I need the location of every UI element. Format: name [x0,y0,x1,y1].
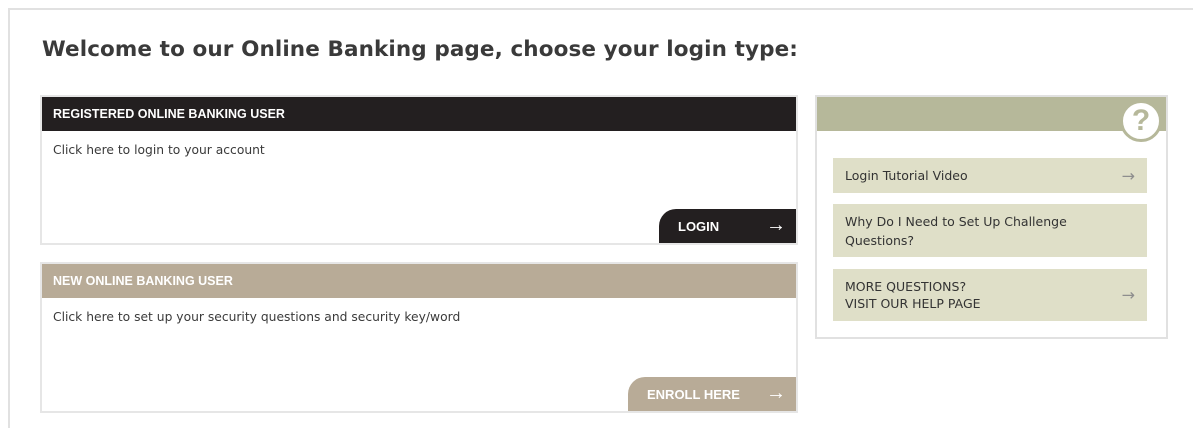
help-link-line2: VISIT OUR HELP PAGE [845,296,981,311]
challenge-questions-link[interactable]: Why Do I Need to Set Up Challenge Questi… [833,204,1147,257]
help-link-label: Why Do I Need to Set Up Challenge Questi… [845,212,1067,250]
help-link-label: MORE QUESTIONS? VISIT OUR HELP PAGE [845,278,981,312]
enroll-button[interactable]: ENROLL HERE → [628,377,796,411]
help-link-line2: Questions? [845,232,915,248]
new-user-header: NEW ONLINE BANKING USER [42,264,796,298]
new-user-description[interactable]: Click here to set up your security quest… [42,298,796,324]
arrow-right-icon: → [766,382,786,404]
help-link-label: Login Tutorial Video [845,168,968,183]
login-button-label: LOGIN [678,218,720,234]
page-title: Welcome to our Online Banking page, choo… [42,37,798,62]
arrow-right-icon: → [1121,166,1135,185]
help-page-link[interactable]: MORE QUESTIONS? VISIT OUR HELP PAGE → [833,269,1147,321]
arrow-right-icon: → [1121,285,1135,305]
help-header: ? [817,97,1166,142]
login-tutorial-video-link[interactable]: Login Tutorial Video → [833,158,1147,193]
help-link-line1: MORE QUESTIONS? [845,279,967,294]
help-link-line1: Why Do I Need to Set Up Challenge [845,213,1067,229]
login-button[interactable]: LOGIN → [659,209,796,243]
new-user-panel: NEW ONLINE BANKING USER Click here to se… [40,262,798,413]
registered-user-header: REGISTERED ONLINE BANKING USER [42,97,796,131]
arrow-right-icon: → [766,214,786,236]
registered-user-description[interactable]: Click here to login to your account [42,131,796,157]
enroll-button-label: ENROLL HERE [647,386,740,402]
help-box: ? Login Tutorial Video → Why Do I Need t… [815,95,1168,339]
registered-user-panel: REGISTERED ONLINE BANKING USER Click her… [40,95,798,245]
question-mark-icon: ? [1120,100,1162,142]
